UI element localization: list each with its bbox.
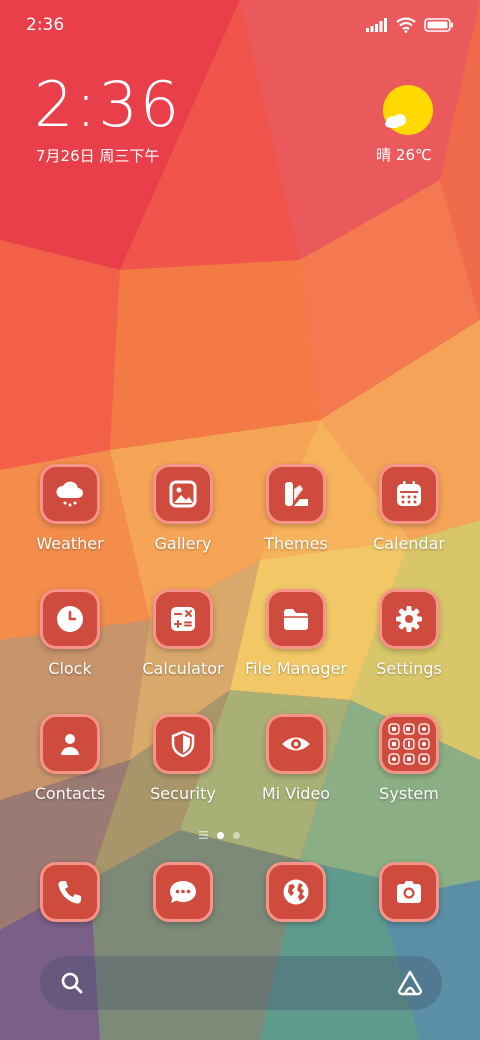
app-weather[interactable]: Weather bbox=[15, 464, 125, 553]
shield-icon bbox=[153, 714, 213, 774]
app-security[interactable]: Security bbox=[128, 714, 238, 803]
camera-icon bbox=[379, 862, 439, 922]
page-dot bbox=[233, 831, 240, 839]
app-mi-video[interactable]: Mi Video bbox=[241, 714, 351, 803]
app-label: Calendar bbox=[373, 534, 445, 553]
search-bar[interactable] bbox=[40, 956, 442, 1010]
palette-icon bbox=[266, 464, 326, 524]
page-indicator[interactable] bbox=[199, 828, 249, 842]
app-file-manager[interactable]: File Manager bbox=[241, 589, 351, 678]
wifi-icon bbox=[396, 17, 416, 33]
signal-icon bbox=[366, 18, 387, 32]
app-gallery[interactable]: Gallery bbox=[128, 464, 238, 553]
app-label: Calculator bbox=[142, 659, 224, 678]
clock-icon bbox=[40, 589, 100, 649]
app-calendar[interactable]: Calendar bbox=[354, 464, 464, 553]
cloud-snow-icon bbox=[40, 464, 100, 524]
calendar-icon bbox=[379, 464, 439, 524]
app-settings[interactable]: Settings bbox=[354, 589, 464, 678]
app-label: Security bbox=[150, 784, 216, 803]
app-label: Contacts bbox=[34, 784, 106, 803]
clock-widget-time[interactable]: 2:36 bbox=[34, 74, 181, 136]
menu-lines-icon bbox=[199, 831, 208, 839]
sun-cloud-icon bbox=[382, 84, 434, 136]
app-themes[interactable]: Themes bbox=[241, 464, 351, 553]
app-contacts[interactable]: Contacts bbox=[15, 714, 125, 803]
weather-text: 晴 26℃ bbox=[376, 146, 432, 164]
search-icon[interactable] bbox=[60, 971, 84, 995]
app-label: Themes bbox=[264, 534, 328, 553]
assistant-icon[interactable] bbox=[396, 969, 424, 997]
person-icon bbox=[40, 714, 100, 774]
image-icon bbox=[153, 464, 213, 524]
folder-grid-icon bbox=[379, 714, 439, 774]
status-icons bbox=[366, 15, 454, 35]
app-label: Settings bbox=[376, 659, 442, 678]
weather-widget[interactable]: 晴 26℃ bbox=[364, 84, 444, 165]
dock-messages[interactable] bbox=[128, 862, 238, 922]
dock-phone[interactable] bbox=[15, 862, 125, 922]
clock-widget-date: 7月26日 周三下午 bbox=[36, 147, 160, 165]
app-calculator[interactable]: Calculator bbox=[128, 589, 238, 678]
app-label: Clock bbox=[48, 659, 92, 678]
app-label: System bbox=[379, 784, 439, 803]
page-dot-active bbox=[217, 831, 224, 839]
folder-icon bbox=[266, 589, 326, 649]
status-bar: 2:36 bbox=[0, 0, 480, 50]
app-label: Weather bbox=[36, 534, 104, 553]
eye-icon bbox=[266, 714, 326, 774]
message-icon bbox=[153, 862, 213, 922]
folder-system[interactable]: System bbox=[354, 714, 464, 803]
dock-camera[interactable] bbox=[354, 862, 464, 922]
battery-icon bbox=[424, 18, 453, 32]
app-label: Mi Video bbox=[261, 784, 331, 803]
phone-icon bbox=[40, 862, 100, 922]
gear-icon bbox=[379, 589, 439, 649]
calculator-icon bbox=[153, 589, 213, 649]
app-label: Gallery bbox=[154, 534, 212, 553]
app-label: File Manager bbox=[245, 659, 347, 678]
browser-globe-icon bbox=[266, 862, 326, 922]
app-clock[interactable]: Clock bbox=[15, 589, 125, 678]
dock-browser[interactable] bbox=[241, 862, 351, 922]
status-time: 2:36 bbox=[26, 15, 65, 35]
